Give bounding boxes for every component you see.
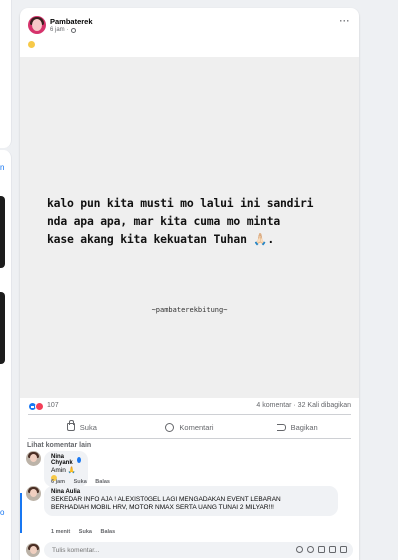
emoji-icon[interactable] (307, 546, 314, 553)
divider (28, 414, 351, 415)
left-card (0, 0, 12, 148)
thread-line (20, 493, 22, 533)
avatar-face (30, 454, 37, 462)
comment-time[interactable]: 1 menit (51, 529, 70, 535)
share-count[interactable]: 32 Kali dibagikan (298, 402, 351, 409)
comment-reply-link[interactable]: Balas (95, 479, 110, 485)
current-user-avatar[interactable] (26, 543, 40, 557)
left-link[interactable]: n (0, 163, 4, 172)
post-header: Pambaterek 6 jam · ··· (20, 8, 359, 54)
camera-icon[interactable] (318, 546, 325, 553)
sticker-icon[interactable] (340, 546, 347, 553)
comment-label: Komentari (179, 422, 214, 432)
post-quote-text: kalo pun kita musti mo lalui ini sandiri… (47, 196, 314, 247)
love-reaction-icon (35, 402, 44, 411)
commenter-avatar[interactable] (26, 451, 41, 466)
comment-bubble: Nina Aulia SEKEDAR INFO AJA ! ALEXIST0GE… (44, 486, 338, 516)
like-label: Suka (79, 422, 97, 432)
divider (28, 438, 351, 439)
left-column: n o (0, 0, 14, 560)
left-thumbnail[interactable] (0, 292, 5, 364)
globe-icon (70, 27, 76, 33)
left-link[interactable]: o (0, 508, 4, 517)
comment-time[interactable]: 6 jam (51, 479, 65, 485)
comment-like-link[interactable]: Suka (74, 479, 87, 485)
comment-share-counts: 4 komentar · 32 Kali dibagikan (256, 402, 351, 409)
post-actions: Suka Komentari Bagikan (28, 416, 351, 438)
avatar-face (30, 546, 37, 554)
avatar-face (32, 19, 42, 31)
see-more-comments-link[interactable]: Lihat komentar lain (27, 442, 91, 449)
post-stats: 107 4 komentar · 32 Kali dibagikan (28, 401, 351, 413)
comment-like-link[interactable]: Suka (79, 529, 92, 535)
comment-composer (26, 542, 353, 558)
share-icon (276, 423, 286, 431)
commenter-avatar[interactable] (26, 486, 41, 501)
comment-text-line: BERHADIAH MOBIL HRV, MOTOR NMAX SERTA UA… (51, 504, 274, 511)
post-image[interactable]: kalo pun kita musti mo lalui ini sandiri… (20, 57, 359, 398)
share-button[interactable]: Bagikan (243, 416, 351, 438)
left-thumbnail[interactable] (0, 196, 5, 268)
like-button[interactable]: Suka (28, 416, 136, 438)
comment-text-content: Amin 🙏 (51, 467, 76, 474)
post-meta: 6 jam · (50, 27, 76, 33)
commenter-name[interactable]: Nina Chyank (51, 454, 81, 466)
comment-meta: 1 menit Suka Balas (51, 529, 122, 535)
reaction-count[interactable]: 107 (47, 402, 59, 409)
post-card: Pambaterek 6 jam · ··· kalo pun kita mus… (20, 8, 359, 560)
author-avatar[interactable] (28, 16, 46, 34)
verified-icon (76, 457, 81, 463)
comment-reply-link[interactable]: Balas (100, 529, 115, 535)
thumbs-up-icon (66, 420, 75, 431)
comment-text-line: SEKEDAR INFO AJA ! ALEXIST0GEL LAGI MENG… (51, 496, 281, 503)
composer-icons (296, 546, 347, 553)
avatar-face (30, 489, 37, 497)
author-name[interactable]: Pambaterek (50, 17, 93, 26)
commenter-name-text: Nina Chyank (51, 454, 73, 466)
share-label: Bagikan (290, 422, 318, 432)
post-watermark: ~pambaterekbitung~ (151, 306, 228, 314)
gif-icon[interactable] (329, 546, 336, 553)
meta-separator: · (66, 27, 69, 33)
more-options-icon[interactable]: ··· (340, 16, 351, 26)
avatar-sticker-icon[interactable] (296, 546, 303, 553)
post-time[interactable]: 6 jam (50, 27, 65, 33)
emoji-icon (28, 41, 35, 48)
comment-meta: 6 jam Suka Balas (51, 479, 117, 485)
commenter-name[interactable]: Nina Aulia (51, 489, 331, 495)
comment-count[interactable]: 4 komentar (256, 402, 291, 409)
comment-icon (165, 422, 175, 432)
commenter-name-text: Nina Aulia (51, 489, 81, 495)
comment-button[interactable]: Komentari (136, 416, 244, 438)
